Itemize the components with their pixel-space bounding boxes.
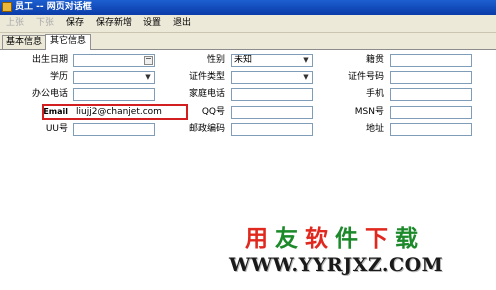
native-place-field[interactable] [390, 54, 472, 67]
save-button[interactable]: 保存 [66, 17, 84, 30]
home-phone-label: 家庭电话 [188, 89, 225, 99]
watermark-logo-text: 用友软件下载 [245, 219, 465, 252]
uu-field[interactable] [73, 123, 155, 136]
chevron-down-icon[interactable]: ▼ [142, 72, 154, 83]
uu-label: UU号 [45, 124, 68, 134]
gender-value: 未知 [234, 55, 253, 65]
watermark-char: 下 [365, 226, 395, 252]
id-type-select[interactable]: ▼ [231, 71, 313, 84]
watermark-char: 载 [395, 226, 425, 252]
id-number-label: 证件号码 [347, 72, 384, 82]
window-title: 员工 -- 网页对话框 [15, 2, 92, 12]
tab-strip: 基本信息 其它信息 [0, 33, 496, 50]
gender-label: 性别 [206, 55, 225, 65]
birth-date-field[interactable] [73, 54, 155, 67]
next-record-button[interactable]: 下张 [36, 17, 54, 30]
birth-date-label: 出生日期 [31, 55, 68, 65]
chevron-down-icon[interactable]: ▼ [300, 72, 312, 83]
watermark-char: 用 [245, 226, 275, 252]
office-phone-field[interactable] [73, 88, 155, 101]
toolbar: 上张 下张 保存 保存新增 设置 退出 [0, 15, 496, 33]
postcode-field[interactable] [231, 123, 313, 136]
app-icon [2, 2, 12, 12]
window-titlebar: 员工 -- 网页对话框 [0, 0, 496, 15]
chevron-down-icon[interactable]: ▼ [300, 55, 312, 66]
tab-other-info[interactable]: 其它信息 [45, 34, 91, 50]
qq-field[interactable] [231, 106, 313, 119]
qq-label: QQ号 [201, 107, 225, 117]
mobile-label: 手机 [365, 89, 384, 99]
postcode-label: 邮政编码 [188, 124, 225, 134]
prev-record-button[interactable]: 上张 [6, 17, 24, 30]
education-select[interactable]: ▼ [73, 71, 155, 84]
native-place-label: 籍贯 [365, 55, 384, 65]
home-phone-field[interactable] [231, 88, 313, 101]
calendar-icon[interactable] [144, 56, 153, 65]
address-label: 地址 [365, 124, 384, 134]
settings-button[interactable]: 设置 [143, 17, 161, 30]
email-highlight-box [42, 104, 188, 120]
save-and-new-button[interactable]: 保存新增 [96, 17, 132, 30]
watermark-char: 件 [335, 226, 365, 252]
watermark-char: 软 [305, 226, 335, 252]
id-number-field[interactable] [390, 71, 472, 84]
watermark-char: 友 [275, 226, 305, 252]
msn-field[interactable] [390, 106, 472, 119]
education-label: 学历 [49, 72, 68, 82]
mobile-field[interactable] [390, 88, 472, 101]
watermark-url: WWW.YYRJXZ.COM [229, 254, 444, 276]
exit-button[interactable]: 退出 [173, 17, 191, 30]
address-field[interactable] [390, 123, 472, 136]
office-phone-label: 办公电话 [31, 89, 68, 99]
gender-select[interactable]: 未知 ▼ [231, 54, 313, 67]
msn-label: MSN号 [354, 107, 384, 117]
id-type-label: 证件类型 [188, 72, 225, 82]
tab-basic-info[interactable]: 基本信息 [2, 35, 46, 49]
